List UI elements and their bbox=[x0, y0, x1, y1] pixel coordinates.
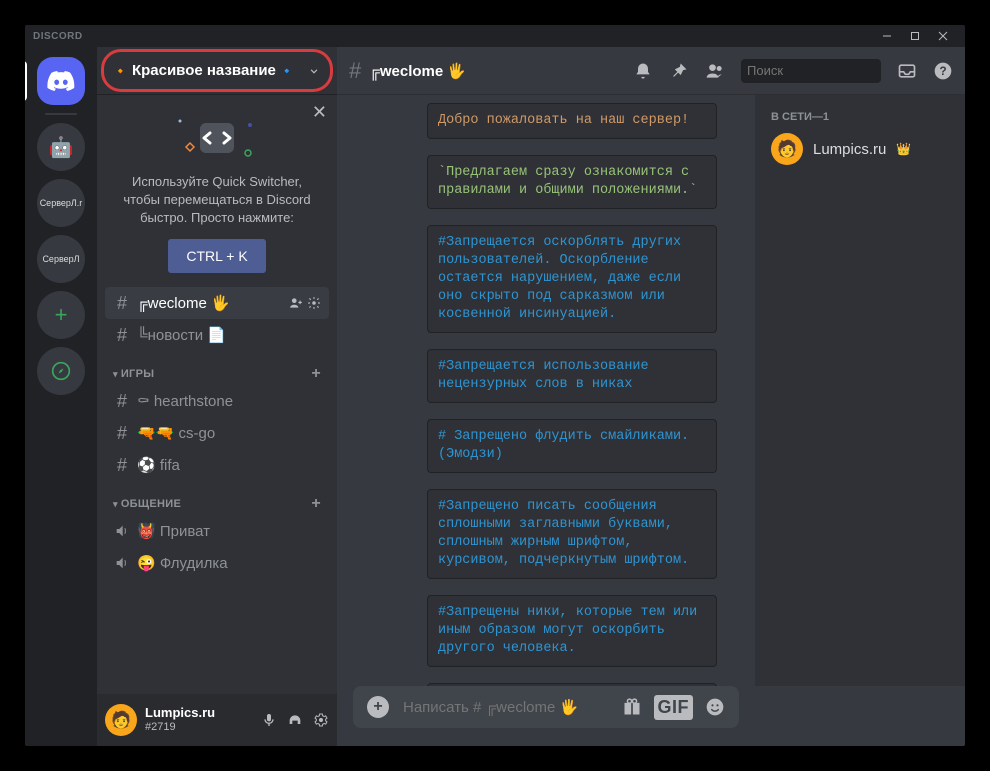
deafen-icon[interactable] bbox=[287, 712, 303, 728]
chevron-down-icon: ▾ bbox=[113, 499, 118, 510]
channel-hearthstone[interactable]: # ⚰ hearthstone bbox=[105, 385, 329, 417]
mute-icon[interactable] bbox=[261, 712, 277, 728]
user-panel: 🧑 Lumpics.ru #2719 bbox=[97, 694, 337, 746]
member-name: Lumpics.ru bbox=[813, 141, 886, 158]
chat-input-area: + GIF bbox=[337, 686, 755, 746]
speaker-icon bbox=[113, 555, 131, 571]
gif-icon[interactable]: GIF bbox=[654, 695, 694, 720]
notifications-icon[interactable] bbox=[633, 61, 653, 81]
message-block: # Запрещено флудить смайликами.(Эмодзи) bbox=[427, 419, 717, 473]
server-header[interactable]: 🔸 Красивое название 🔹 bbox=[97, 47, 337, 95]
channel-news[interactable]: # ╚новости 📄 bbox=[105, 319, 329, 351]
quickswitcher-text: Используйте Quick Switcher, чтобы переме… bbox=[113, 173, 321, 227]
guild-add-button[interactable]: + bbox=[37, 291, 85, 339]
channel-list: # ╔weclome 🖐 # ╚новости 📄 ▾ ИГРЫ + bbox=[97, 287, 337, 694]
gear-icon[interactable] bbox=[307, 296, 321, 310]
hash-icon: # bbox=[113, 325, 131, 346]
channel-welcome[interactable]: # ╔weclome 🖐 bbox=[105, 287, 329, 319]
guild-server-1[interactable]: 🤖 bbox=[37, 123, 85, 171]
channel-title: ╔weclome 🖐 bbox=[369, 62, 466, 80]
invite-icon[interactable] bbox=[289, 296, 303, 310]
pinned-icon[interactable] bbox=[669, 61, 689, 81]
chevron-down-icon: ▾ bbox=[113, 369, 118, 380]
user-info[interactable]: Lumpics.ru #2719 bbox=[145, 706, 253, 734]
window-maximize-button[interactable] bbox=[901, 25, 929, 47]
message-block: Добро пожаловать на наш сервер! bbox=[427, 103, 717, 139]
help-icon[interactable]: ? bbox=[933, 61, 953, 81]
diamond-blue-icon: 🔹 bbox=[280, 64, 295, 78]
hash-icon: # bbox=[113, 293, 131, 314]
attach-icon[interactable]: + bbox=[367, 696, 389, 718]
add-channel-icon[interactable]: + bbox=[311, 365, 321, 383]
guild-home[interactable] bbox=[37, 57, 85, 105]
hash-icon: # bbox=[113, 423, 131, 444]
close-icon[interactable]: ✕ bbox=[312, 103, 327, 121]
message-block: #Запрещены ники, которые тем или иным об… bbox=[427, 595, 717, 667]
app-window: DISCORD 🤖 СерверЛ.r СерверЛ + bbox=[25, 25, 965, 746]
window-minimize-button[interactable] bbox=[873, 25, 901, 47]
crown-icon: 👑 bbox=[896, 142, 911, 156]
robot-icon: 🤖 bbox=[49, 135, 74, 160]
emoji-icon[interactable] bbox=[705, 697, 725, 717]
members-heading: В СЕТИ—1 bbox=[763, 111, 957, 129]
category-social[interactable]: ▾ ОБЩЕНИЕ + bbox=[105, 481, 329, 515]
speaker-icon bbox=[113, 523, 131, 539]
svg-text:?: ? bbox=[939, 65, 946, 78]
chevron-down-icon bbox=[307, 64, 321, 78]
hash-icon: # bbox=[349, 58, 361, 84]
member-avatar: 🧑 bbox=[771, 133, 803, 165]
gift-icon[interactable] bbox=[622, 697, 642, 717]
voice-channel-privat[interactable]: 👹 Приват bbox=[105, 515, 329, 547]
main-chat: # ╔weclome 🖐 ? Добро пожалов bbox=[337, 47, 965, 746]
app-brand: DISCORD bbox=[33, 31, 83, 42]
user-name: Lumpics.ru bbox=[145, 706, 253, 720]
window-close-button[interactable] bbox=[929, 25, 957, 47]
titlebar: DISCORD bbox=[25, 25, 965, 47]
channel-csgo[interactable]: # 🔫🔫 cs-go bbox=[105, 417, 329, 449]
channel-sidebar: 🔸 Красивое название 🔹 ✕ Используйте Quic… bbox=[97, 47, 337, 746]
settings-icon[interactable] bbox=[313, 712, 329, 728]
chat-header: # ╔weclome 🖐 ? bbox=[337, 47, 965, 95]
member-list: В СЕТИ—1 🧑 Lumpics.ru 👑 bbox=[755, 95, 965, 686]
guild-server-2[interactable]: СерверЛ.r bbox=[37, 179, 85, 227]
quickswitcher-art bbox=[113, 113, 321, 163]
guild-server-3[interactable]: СерверЛ bbox=[37, 235, 85, 283]
quickswitcher-button[interactable]: CTRL + K bbox=[168, 239, 265, 273]
diamond-orange-icon: 🔸 bbox=[113, 64, 128, 78]
message-input[interactable] bbox=[403, 699, 608, 716]
message-block: `Предлагаем сразу ознакомится с правилам… bbox=[427, 155, 717, 209]
compass-icon bbox=[51, 361, 71, 381]
voice-channel-fludilka[interactable]: 😜 Флудилка bbox=[105, 547, 329, 579]
channel-fifa[interactable]: # ⚽ fifa bbox=[105, 449, 329, 481]
search-box[interactable] bbox=[741, 59, 881, 83]
guild-list: 🤖 СерверЛ.r СерверЛ + bbox=[25, 47, 97, 746]
hash-icon: # bbox=[113, 455, 131, 476]
message-list: Добро пожаловать на наш сервер! `Предлаг… bbox=[337, 95, 755, 686]
member-item[interactable]: 🧑 Lumpics.ru 👑 bbox=[763, 129, 957, 169]
hash-icon: # bbox=[113, 391, 131, 412]
inbox-icon[interactable] bbox=[897, 61, 917, 81]
quickswitcher-card: ✕ Используйте Quick Switcher, чтобы пере… bbox=[97, 95, 337, 287]
members-icon[interactable] bbox=[705, 61, 725, 81]
message-block: #Запрещается использование нецензурных с… bbox=[427, 349, 717, 403]
guild-separator bbox=[45, 113, 77, 115]
user-avatar[interactable]: 🧑 bbox=[105, 704, 137, 736]
server-name: Красивое название bbox=[132, 62, 276, 79]
discord-logo-icon bbox=[47, 71, 75, 91]
chat-input[interactable]: + GIF bbox=[353, 686, 739, 728]
guild-explore-button[interactable] bbox=[37, 347, 85, 395]
message-block: #Запрещается оскорблять других пользоват… bbox=[427, 225, 717, 333]
message-block: #Запрещено писать сообщения сплошными за… bbox=[427, 489, 717, 579]
add-channel-icon[interactable]: + bbox=[311, 495, 321, 513]
user-tag: #2719 bbox=[145, 720, 253, 734]
category-games[interactable]: ▾ ИГРЫ + bbox=[105, 351, 329, 385]
